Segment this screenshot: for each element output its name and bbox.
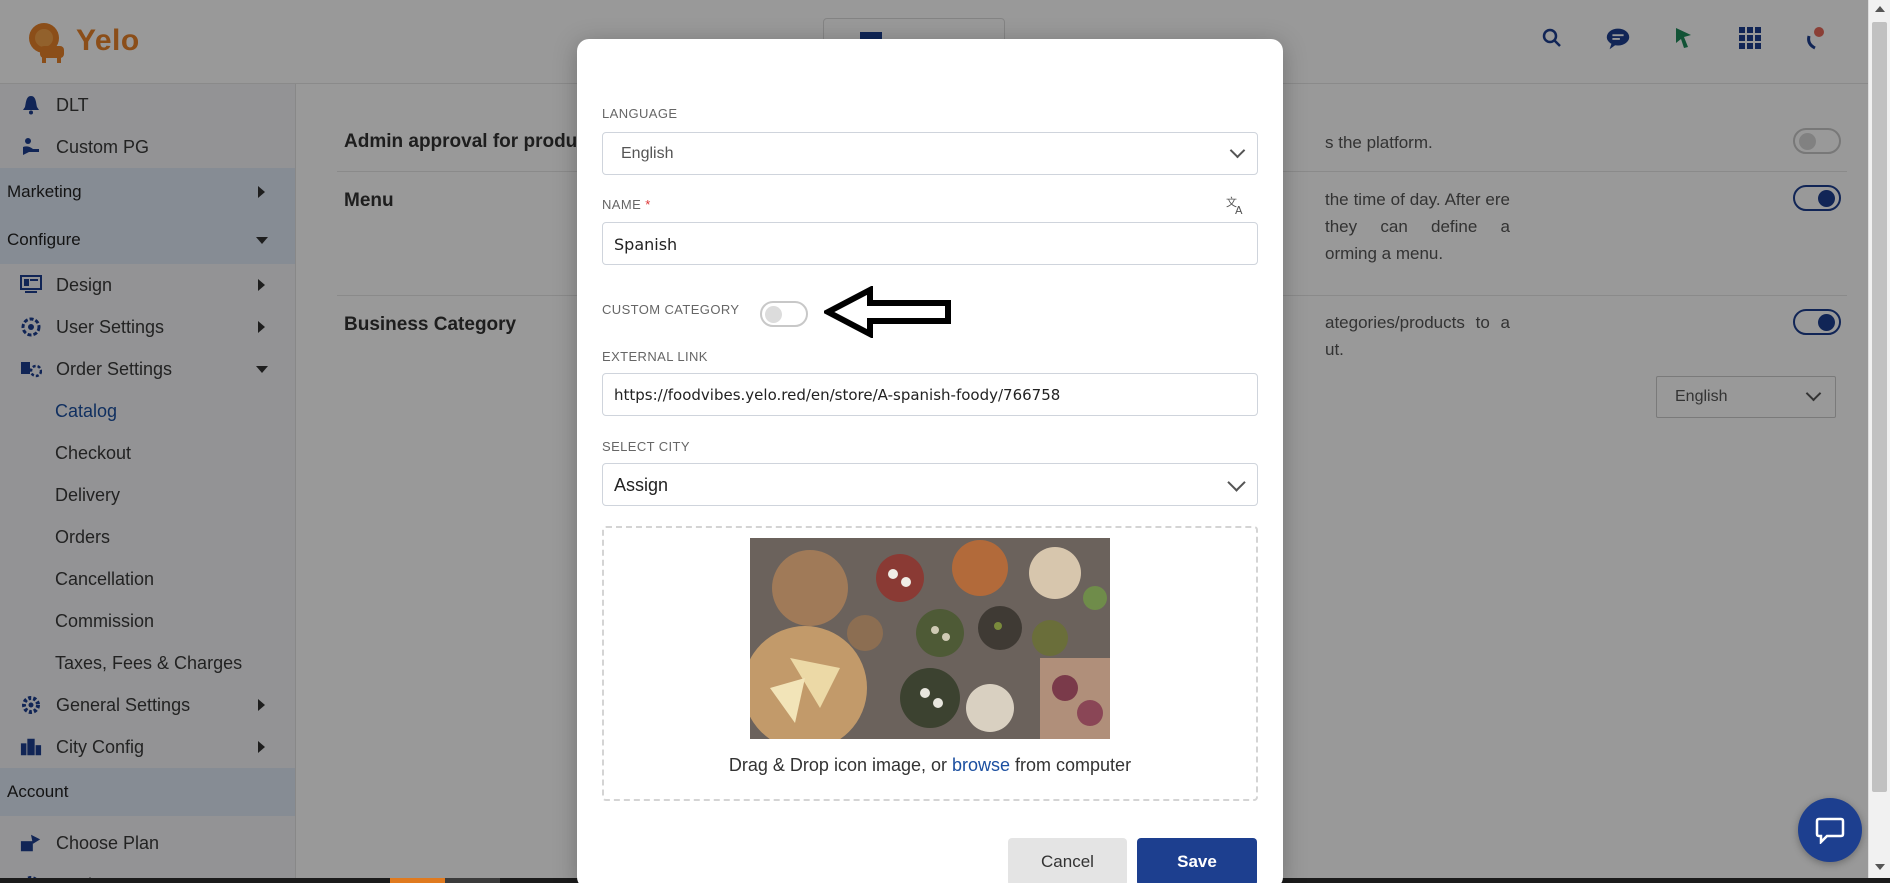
custom-category-label: CUSTOM CATEGORY [602, 302, 740, 317]
image-dropzone[interactable]: Drag & Drop icon image, or browse from c… [602, 526, 1258, 801]
dropzone-text: Drag & Drop icon image, or [728, 755, 952, 775]
external-link-label: EXTERNAL LINK [602, 349, 708, 364]
chat-icon [1815, 817, 1845, 844]
select-city-value: Assign [614, 475, 669, 495]
name-value: Spanish [614, 235, 678, 254]
external-link-input[interactable]: https://foodvibes.yelo.red/en/store/A-sp… [602, 373, 1258, 416]
toggle-knob [765, 306, 782, 323]
translate-icon[interactable]: 文 A [1225, 194, 1247, 216]
select-city-dropdown[interactable]: Assign [602, 463, 1258, 506]
chevron-down-icon [1227, 473, 1246, 492]
dropzone-instructions: Drag & Drop icon image, or browse from c… [604, 755, 1256, 776]
taskbar-app[interactable] [445, 878, 500, 883]
language-label: LANGUAGE [602, 106, 678, 121]
page-scrollbar[interactable] [1868, 0, 1890, 878]
language-select[interactable]: English [602, 132, 1258, 175]
scroll-down-arrow-icon[interactable] [1875, 864, 1885, 870]
save-button[interactable]: Save [1137, 838, 1257, 883]
dropzone-text: from computer [1010, 755, 1132, 775]
arrow-left-icon [824, 286, 951, 338]
scroll-up-arrow-icon[interactable] [1875, 6, 1885, 12]
external-link-value: https://foodvibes.yelo.red/en/store/A-sp… [614, 386, 1061, 404]
name-input[interactable]: Spanish [602, 222, 1258, 265]
custom-category-toggle[interactable] [760, 301, 808, 327]
cancel-button[interactable]: Cancel [1008, 838, 1127, 883]
chevron-down-icon [1229, 142, 1246, 159]
scrollbar-thumb[interactable] [1872, 22, 1887, 792]
chat-widget-button[interactable] [1798, 798, 1862, 862]
language-value: English [621, 145, 674, 162]
browse-link[interactable]: browse [952, 755, 1010, 775]
name-label: NAME * [602, 197, 651, 212]
select-city-label: SELECT CITY [602, 439, 690, 454]
required-mark: * [645, 197, 651, 212]
svg-text:A: A [1235, 204, 1243, 216]
edit-category-modal: LANGUAGE English NAME * 文 A Spanish CUST… [577, 39, 1283, 883]
category-image [750, 538, 1110, 739]
taskbar-app-active[interactable] [390, 878, 445, 883]
